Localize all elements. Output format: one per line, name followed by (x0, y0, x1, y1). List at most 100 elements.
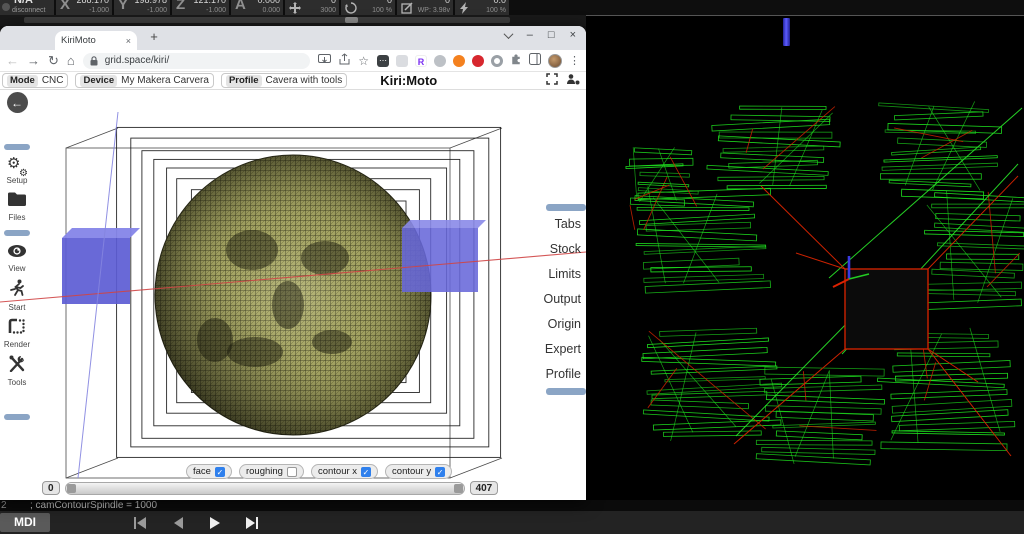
cnc-progress-track[interactable] (24, 17, 510, 23)
cnc-status-bar: N/A disconnect X 288.170 -1.000 Y 198.97… (0, 0, 1024, 15)
new-tab-button[interactable]: + (146, 29, 162, 44)
sidebar-item-start[interactable]: Start (9, 279, 25, 312)
sidebar-item-view[interactable]: View (7, 244, 27, 273)
axis-y-offset: -1.000 (147, 7, 167, 14)
browser-tab[interactable]: KiriMoto × (55, 31, 137, 50)
cnc-3d-view[interactable] (586, 15, 1024, 500)
axis-y-cell: Y 198.978 -1.000 (114, 0, 170, 15)
axis-a-value: 0.000 (257, 0, 280, 5)
window-close-button[interactable]: × (570, 29, 576, 41)
axis-a-offset: 0.000 (262, 7, 280, 14)
roughing-checkbox[interactable] (286, 466, 297, 477)
browser-menu-icon[interactable]: ⋮ (569, 54, 580, 67)
toggle-contour-x[interactable]: contour x ✓ (310, 464, 379, 479)
profile-group[interactable]: Profile Cavera with tools (220, 73, 348, 88)
sidebar-item-tools[interactable]: Tools (8, 355, 26, 387)
mdi-button[interactable]: MDI (0, 513, 50, 532)
tab-search-chevron-icon[interactable] (503, 28, 514, 39)
sidebar-item-setup[interactable]: ⚙ ⚙ Setup (7, 155, 28, 185)
play-button[interactable] (203, 514, 227, 531)
menu-item-expert[interactable]: Expert (545, 337, 586, 362)
connection-status: N/A (14, 0, 33, 6)
mode-value[interactable]: CNC (42, 75, 64, 86)
override-cell[interactable]: 0 100 % (341, 0, 395, 15)
face-checkbox[interactable]: ✓ (214, 466, 225, 477)
menu-item-tabs[interactable]: Tabs (555, 212, 586, 237)
extension-gray-icon[interactable] (396, 54, 408, 67)
toggle-roughing[interactable]: roughing (238, 464, 304, 479)
probe-top-value: 0 (444, 0, 450, 5)
collapse-menu-button[interactable]: ← (6, 92, 28, 113)
axis-x-label: X (60, 0, 71, 13)
home-icon[interactable]: ⌂ (67, 54, 75, 67)
contour-y-checkbox[interactable]: ✓ (435, 466, 446, 477)
menu-item-stock[interactable]: Stock (550, 237, 586, 262)
bookmark-star-icon[interactable]: ☆ (358, 55, 369, 67)
toggle-face[interactable]: face ✓ (186, 464, 232, 479)
toggle-contour-y[interactable]: contour y ✓ (385, 464, 453, 479)
feed-cell[interactable]: 0 3000 (285, 0, 339, 15)
range-handle-left[interactable] (66, 483, 76, 493)
menu-item-output[interactable]: Output (543, 287, 586, 312)
device-group[interactable]: Device My Makera Carvera (75, 73, 214, 88)
sidebar-item-files[interactable]: Files (7, 191, 27, 222)
skip-to-start-button[interactable] (128, 514, 152, 531)
connection-substatus: disconnect (12, 7, 46, 14)
reload-icon[interactable]: ↻ (48, 54, 59, 67)
account-settings-icon[interactable] (566, 72, 580, 90)
axis-z-offset: -1.000 (206, 7, 226, 14)
extension-dark-icon[interactable]: ⋯ (377, 54, 389, 67)
extension-orange-icon[interactable] (453, 54, 465, 67)
axis-x-offset: -1.000 (89, 7, 109, 14)
range-track[interactable] (64, 481, 465, 495)
eye-icon (7, 244, 27, 263)
extension-r-icon[interactable]: R (415, 54, 427, 67)
gcode-console: 2 ; camContourSpindle = 1000 (0, 500, 1024, 511)
tab-close-icon[interactable]: × (126, 36, 131, 46)
extension-circle-icon[interactable] (434, 54, 446, 67)
kiri-workspace-canvas[interactable] (0, 90, 586, 500)
render-corner-icon (8, 318, 26, 339)
override-top-value: 0 (386, 0, 392, 5)
extension-red-icon[interactable] (472, 54, 484, 67)
gcode-line: ; camContourSpindle = 1000 (30, 500, 158, 511)
profile-value[interactable]: Cavera with tools (266, 75, 343, 86)
range-handle-right[interactable] (453, 483, 463, 493)
menu-cap-bottom (546, 388, 586, 395)
sidebar-item-render[interactable]: Render (4, 318, 30, 349)
minimize-button[interactable]: – (527, 29, 533, 41)
cnc-progress-handle[interactable] (345, 17, 358, 23)
menu-item-profile[interactable]: Profile (546, 362, 586, 387)
fullscreen-icon[interactable] (546, 72, 558, 90)
skip-to-end-button[interactable] (240, 514, 264, 531)
forward-icon[interactable]: → (27, 54, 40, 67)
extension-icons: ⋯ R ⋮ (377, 52, 580, 70)
layer-toggles: face ✓ roughing contour x ✓ contour y ✓ (186, 464, 453, 479)
device-value[interactable]: My Makera Carvera (121, 75, 209, 86)
step-back-button[interactable] (166, 514, 190, 531)
profile-avatar[interactable] (548, 53, 562, 68)
sidebar-separator (4, 414, 30, 420)
connection-cell[interactable]: N/A disconnect (0, 0, 54, 15)
extension-ring-icon[interactable] (491, 54, 503, 67)
contour-x-checkbox[interactable]: ✓ (361, 466, 372, 477)
axis-x-value: 288.170 (76, 0, 109, 5)
screen: N/A disconnect X 288.170 -1.000 Y 198.97… (0, 0, 1024, 534)
menu-item-limits[interactable]: Limits (548, 262, 586, 287)
axis-a-cell: A 0.000 0.000 (231, 0, 283, 15)
address-bar[interactable]: grid.space/kiri/ (82, 52, 311, 69)
layer-range-slider: 0 407 (42, 481, 499, 495)
power-icon (459, 1, 471, 15)
power-cell[interactable]: 0.0 100 % (455, 0, 509, 15)
mode-group[interactable]: Mode CNC (2, 73, 69, 88)
extensions-puzzle-icon[interactable] (510, 52, 522, 70)
side-panel-icon[interactable] (529, 52, 541, 70)
device-label: Device (80, 74, 118, 87)
toolpath-wireframe (625, 101, 1024, 466)
maximize-button[interactable]: □ (548, 29, 555, 41)
menu-item-origin[interactable]: Origin (548, 312, 586, 337)
back-icon[interactable]: ← (6, 54, 19, 67)
work-probe-cell[interactable]: 0 WP: 3.98v (397, 0, 453, 15)
share-icon[interactable] (339, 52, 350, 70)
install-icon[interactable] (318, 52, 332, 70)
